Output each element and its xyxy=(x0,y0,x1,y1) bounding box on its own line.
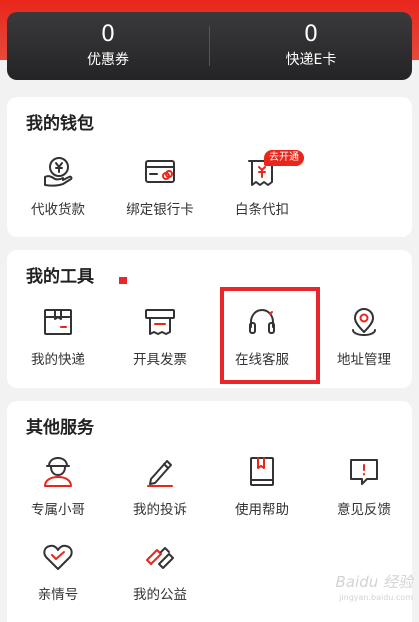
tools-item-invoice[interactable]: 开具发票 xyxy=(109,305,211,368)
services-item-label: 亲情号 xyxy=(37,587,79,603)
bank-card-icon xyxy=(145,160,175,183)
services-item-courier[interactable]: 专属小哥 xyxy=(7,455,109,518)
ecard-label: 快递E卡 xyxy=(285,52,337,68)
services-item-charity[interactable]: 我的公益 xyxy=(109,540,211,603)
wallet-item-label: 白条代扣 xyxy=(235,202,289,218)
wallet-item-label: 绑定银行卡 xyxy=(126,202,194,218)
tools-item-label: 地址管理 xyxy=(337,352,391,368)
watermark-sub: jingyan.baidu.com xyxy=(339,593,413,602)
feedback-icon xyxy=(350,459,378,485)
courier-icon xyxy=(44,457,72,487)
activate-badge[interactable]: 去开通 xyxy=(264,150,304,166)
invoice-icon xyxy=(145,309,175,335)
wallet-item-cod[interactable]: 代收货款 xyxy=(7,155,109,218)
charity-icon xyxy=(146,547,174,569)
heart-icon xyxy=(43,544,73,570)
cash-on-delivery-icon xyxy=(44,157,73,187)
tools-item-label: 开具发票 xyxy=(133,352,187,368)
tools-item-label: 我的快递 xyxy=(31,352,85,368)
help-book-icon xyxy=(250,457,274,486)
services-item-help[interactable]: 使用帮助 xyxy=(211,455,313,518)
services-item-label: 意见反馈 xyxy=(337,502,391,518)
tools-title: 我的工具 xyxy=(26,267,94,287)
coupon-label: 优惠券 xyxy=(87,52,129,68)
stats-card: 0 优惠券 0 快递E卡 xyxy=(7,12,412,80)
pen-icon xyxy=(147,460,173,487)
watermark-main: Baidu 经验 xyxy=(335,573,413,591)
red-dot-marker xyxy=(119,277,127,284)
coupon-count: 0 xyxy=(101,22,115,47)
ecard-count: 0 xyxy=(304,22,318,47)
wallet-item-label: 代收货款 xyxy=(31,202,85,218)
services-title: 其他服务 xyxy=(26,418,94,438)
package-icon xyxy=(44,309,72,335)
watermark: Baidu 经验 jingyan.baidu.com xyxy=(336,574,413,606)
services-item-complaint[interactable]: 我的投诉 xyxy=(109,455,211,518)
tools-item-address[interactable]: 地址管理 xyxy=(313,305,415,368)
wallet-title: 我的钱包 xyxy=(26,114,94,134)
services-item-label: 专属小哥 xyxy=(31,502,85,518)
tools-item-my-express[interactable]: 我的快递 xyxy=(7,305,109,368)
highlight-annotation-box xyxy=(220,287,320,384)
services-item-label: 我的投诉 xyxy=(133,502,187,518)
location-pin-icon xyxy=(352,308,376,336)
services-item-feedback[interactable]: 意见反馈 xyxy=(313,455,415,518)
services-item-label: 使用帮助 xyxy=(235,502,289,518)
coupon-stat[interactable]: 0 优惠券 xyxy=(7,22,209,70)
wallet-item-bank-card[interactable]: 绑定银行卡 xyxy=(109,155,211,218)
services-item-family-number[interactable]: 亲情号 xyxy=(7,540,109,603)
ecard-stat[interactable]: 0 快递E卡 xyxy=(210,22,412,70)
services-item-label: 我的公益 xyxy=(133,587,187,603)
